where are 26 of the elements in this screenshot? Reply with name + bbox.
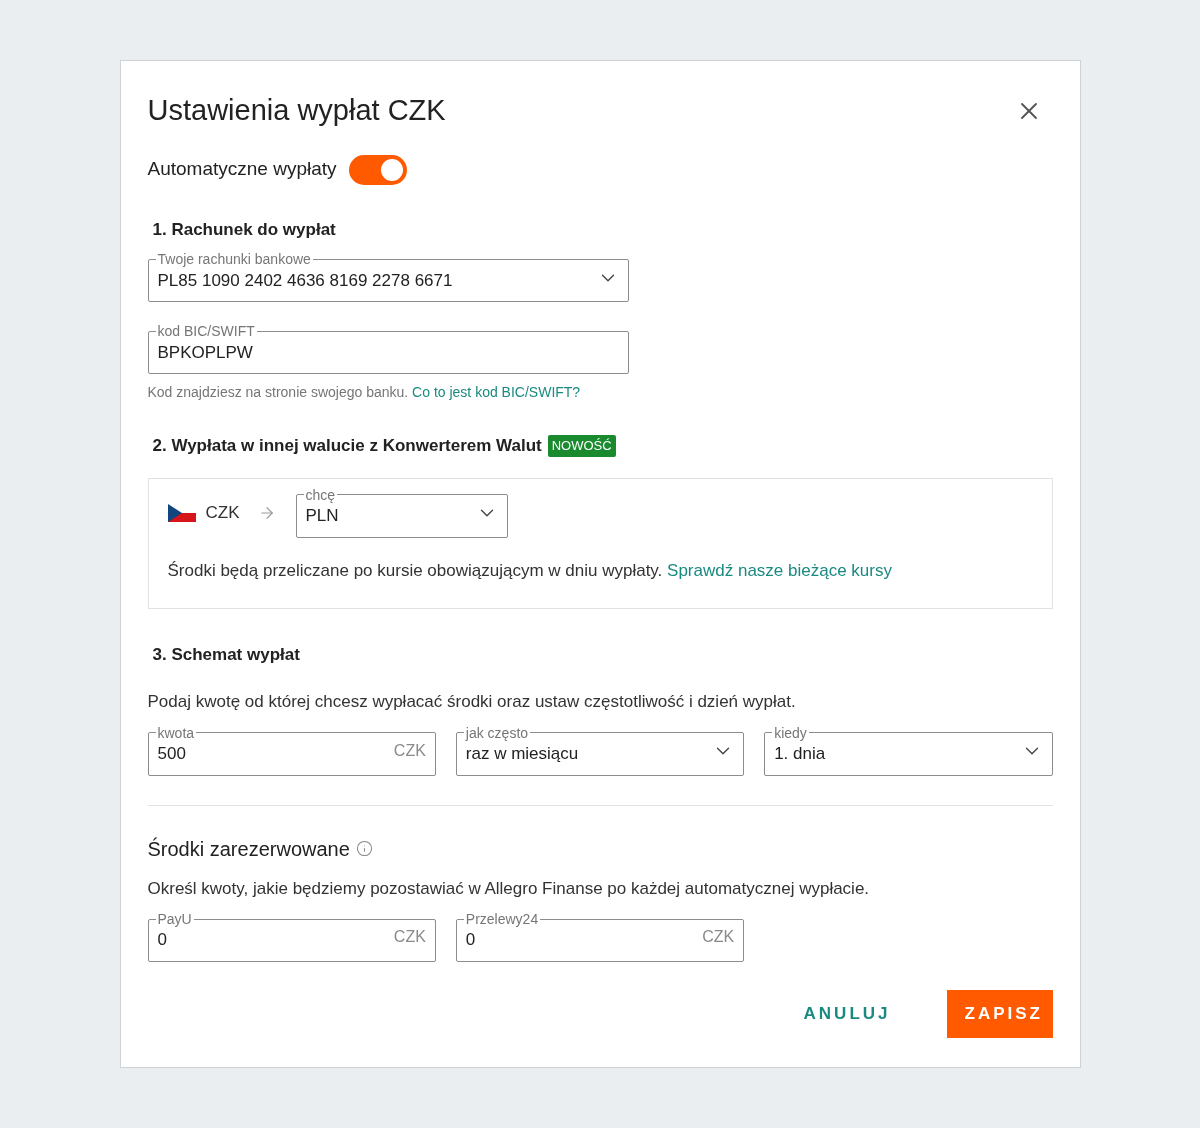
section-heading: 1. Rachunek do wypłat bbox=[152, 218, 337, 241]
bic-help-link[interactable]: Co to jest kod BIC/SWIFT? bbox=[412, 384, 581, 400]
select-field[interactable]: kiedy 1. dnia bbox=[764, 725, 1053, 776]
select-field[interactable]: chcę PLN bbox=[295, 487, 508, 538]
hint-text: Kod znajdziesz na stronie swojego banku. Co to jest kod BIC/SWIFT? bbox=[147, 383, 582, 402]
source-currency: CZK bbox=[205, 501, 240, 524]
info-icon[interactable] bbox=[355, 840, 373, 857]
schedule-description: Podaj kwotę od której chcesz wypłacać środki oraz ustaw częstotliwość i dzień wypłat. bbox=[147, 691, 797, 713]
input-field[interactable]: kwota 500 CZK bbox=[147, 725, 436, 776]
conversion-note: Środki będą przeliczane po kursie obowiązującym w dniu wypłaty. Sprawdź nasze bieżące kursy bbox=[167, 559, 893, 582]
reserved-heading: Środki zarezerwowane bbox=[147, 836, 350, 862]
input-field[interactable]: PayU 0 CZK bbox=[147, 912, 436, 962]
input-field[interactable]: Przelewy24 0 CZK bbox=[455, 912, 745, 962]
reserved-description: Określ kwoty, jakie będziemy pozostawiać w Allegro Finanse po każdej automatycznej wypłacie. bbox=[147, 877, 871, 900]
toggle-switch[interactable] bbox=[348, 154, 407, 185]
new-badge: NOWOŚĆ bbox=[547, 435, 616, 457]
dialog-title: Ustawienia wypłat CZK bbox=[147, 93, 446, 128]
rates-link[interactable]: Sprawdź nasze bieżące kursy bbox=[667, 560, 892, 580]
cancel-button[interactable]: ANULUJ bbox=[785, 990, 909, 1038]
section-heading: 2. Wypłata w innej walucie z Konwerterem Walut bbox=[152, 435, 542, 457]
section-heading: 3. Schemat wypłat bbox=[152, 643, 301, 666]
input-field[interactable]: kod BIC/SWIFT BPKOPLPW bbox=[147, 324, 629, 374]
toggle-label: Automatyczne wypłaty bbox=[147, 157, 337, 182]
select-field[interactable]: Twoje rachunki bankowe PL85 1090 2402 4636 8169 2278 6671 bbox=[147, 252, 629, 302]
select-field[interactable]: jak często raz w miesiącu bbox=[455, 725, 745, 776]
flag-icon bbox=[167, 503, 196, 522]
